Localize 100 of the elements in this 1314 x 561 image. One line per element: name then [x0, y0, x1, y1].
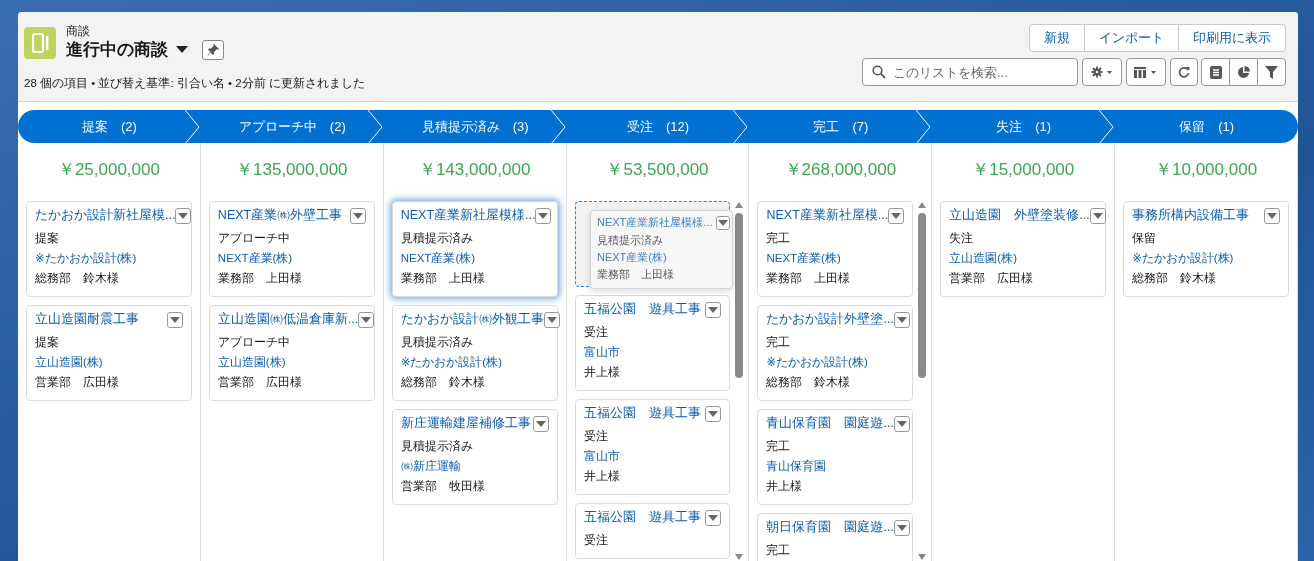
scrollbar[interactable] [917, 201, 928, 561]
opportunity-card[interactable]: 五福公園 遊具工事 受注 [574, 503, 731, 559]
display-as-button[interactable] [1126, 58, 1166, 86]
caret-down-icon [546, 316, 557, 323]
stage-text: 完工 [766, 335, 791, 350]
card-menu-button[interactable] [358, 311, 375, 328]
card-menu-button[interactable] [175, 207, 192, 224]
account-link[interactable]: 立山造園(株) [949, 248, 1017, 268]
scrollbar[interactable] [734, 201, 745, 561]
card-menu-button[interactable] [893, 311, 910, 328]
opportunity-card[interactable]: NEXT産業㈱外壁工事 アプローチ中 NEXT産業(株) 業務部 上田様 [208, 201, 375, 297]
opportunity-link[interactable]: 新庄運輸建屋補修工事 [400, 415, 531, 432]
opportunity-link[interactable]: 青山保育園 園庭遊... [766, 415, 894, 432]
path-stage[interactable]: 保留 (1) [1115, 110, 1298, 143]
dragged-card[interactable]: NEXT産業新社屋模様... 見積提示済み NEXT産業(株) 業務部 上田様 [590, 210, 733, 289]
opportunity-card[interactable]: 立山造園耐震工事 提案 立山造園(株) 営業部 広田様 [26, 305, 192, 401]
account-link[interactable]: 富山市 [583, 446, 620, 466]
contact-text: 井上様 [583, 469, 620, 484]
card-menu-button[interactable] [705, 405, 722, 422]
account-link[interactable]: ※たかおか設計(株) [1132, 248, 1234, 268]
opportunity-card[interactable]: 青山保育園 園庭遊... 完工 青山保育園 井上様 [757, 409, 914, 505]
opportunity-link[interactable]: 五福公園 遊具工事 [583, 301, 701, 318]
account-link[interactable]: ㈱新庄運輸 [400, 456, 461, 476]
opportunity-link[interactable]: 立山造園耐震工事 [35, 311, 139, 328]
account-link[interactable]: ※たかおか設計(株) [35, 248, 137, 268]
opportunity-card[interactable]: 事務所構内設備工事 保留 ※たかおか設計(株) 総務部 鈴木様 [1123, 201, 1289, 297]
account-link[interactable]: NEXT産業(株) [400, 248, 476, 268]
card-menu-button[interactable] [888, 207, 905, 224]
account-link[interactable]: 青山保育園 [766, 456, 827, 476]
opportunity-link[interactable]: たかおか設計新社屋模... [35, 207, 176, 224]
path-stage[interactable]: アプローチ中 (2) [200, 110, 384, 143]
account-link[interactable]: 富山市 [583, 342, 620, 362]
opportunity-card[interactable]: NEXT産業新社屋模様... 見積提示済み NEXT産業(株) 業務部 上田様 [391, 201, 558, 297]
list-icon [1209, 65, 1222, 79]
stage-text: アプローチ中 [217, 231, 290, 246]
contact-text: 営業部 広田様 [949, 271, 1034, 286]
pin-button[interactable] [202, 39, 224, 60]
opportunity-link[interactable]: 五福公園 遊具工事 [583, 509, 701, 526]
card-menu-button[interactable] [705, 301, 722, 318]
opportunity-link[interactable]: 朝日保育園 園庭遊... [766, 519, 894, 536]
card-menu-button[interactable] [532, 415, 549, 432]
account-link[interactable]: NEXT産業(株) [217, 248, 293, 268]
opportunity-card[interactable]: たかおか設計㈱外観工事 見積提示済み ※たかおか設計(株) 総務部 鈴木様 [391, 305, 558, 401]
account-link[interactable]: NEXT産業(株) [597, 249, 667, 266]
stage-text: 受注 [583, 533, 608, 548]
pie-chart-button[interactable] [1229, 58, 1258, 86]
opportunity-card[interactable]: 五福公園 遊具工事 受注 富山市 井上様 [574, 399, 731, 495]
card-menu-button[interactable] [349, 207, 366, 224]
dropdown-caret-icon[interactable] [176, 45, 188, 54]
card-menu-button[interactable] [543, 311, 560, 328]
card-menu-button[interactable] [1264, 207, 1280, 224]
action-button[interactable]: 新規 [1029, 24, 1085, 52]
account-link[interactable]: ※たかおか設計(株) [766, 352, 868, 372]
opportunity-card[interactable]: たかおか設計新社屋模... 提案 ※たかおか設計(株) 総務部 鈴木様 [26, 201, 192, 297]
filter-button[interactable] [1257, 58, 1286, 86]
opportunity-card[interactable]: 朝日保育園 園庭遊... 完工 [757, 513, 914, 561]
action-button[interactable]: インポート [1084, 24, 1179, 52]
opportunity-card[interactable]: 立山造園㈱低温倉庫新... アプローチ中 立山造園(株) 営業部 広田様 [208, 305, 375, 401]
account-link[interactable]: 立山造園(株) [35, 352, 103, 372]
path-stage[interactable]: 完工 (7) [749, 110, 933, 143]
card-menu-button[interactable] [893, 415, 910, 432]
card-menu-button[interactable] [1089, 207, 1106, 224]
scroll-down-icon[interactable] [734, 553, 745, 561]
stage-total-amount: ￥53,500,000 [605, 159, 710, 181]
opportunity-link[interactable]: NEXT産業新社屋模様... [400, 207, 536, 224]
path-stage[interactable]: 失注 (1) [932, 110, 1116, 143]
opportunity-card[interactable]: たかおか設計外壁塗... 完工 ※たかおか設計(株) 総務部 鈴木様 [757, 305, 914, 401]
settings-button[interactable] [1082, 58, 1122, 86]
account-link[interactable]: ※たかおか設計(株) [400, 352, 502, 372]
scroll-up-icon[interactable] [734, 201, 745, 209]
path-stage[interactable]: 見積提示済み (3) [383, 110, 567, 143]
path-stage[interactable]: 提案 (2) [18, 110, 201, 143]
opportunity-card[interactable]: 立山造園 外壁塗装修... 失注 立山造園(株) 営業部 広田様 [940, 201, 1107, 297]
opportunity-link[interactable]: 事務所構内設備工事 [1132, 207, 1250, 224]
opportunity-card[interactable]: NEXT産業新社屋模... 完工 NEXT産業(株) 業務部 上田様 [757, 201, 914, 297]
opportunity-link[interactable]: 立山造園 外壁塗装修... [949, 207, 1090, 224]
refresh-button[interactable] [1170, 58, 1198, 86]
card-menu-button[interactable] [535, 207, 552, 224]
opportunity-link[interactable]: NEXT産業新社屋模様... [597, 215, 713, 230]
card-menu-button[interactable] [166, 311, 183, 328]
card-menu-button[interactable] [705, 509, 722, 526]
opportunity-link[interactable]: NEXT産業新社屋模... [766, 207, 889, 224]
opportunity-card[interactable]: 五福公園 遊具工事 受注 富山市 井上様 [574, 295, 731, 391]
card-menu-button[interactable] [893, 519, 910, 536]
scroll-up-icon[interactable] [917, 201, 928, 209]
account-link[interactable]: 立山造園(株) [217, 352, 286, 372]
opportunity-link[interactable]: 五福公園 遊具工事 [583, 405, 701, 422]
action-button[interactable]: 印刷用に表示 [1178, 24, 1286, 52]
opportunity-card[interactable]: 新庄運輸建屋補修工事 見積提示済み ㈱新庄運輸 営業部 牧田様 [391, 409, 558, 505]
opportunity-link[interactable]: 立山造園㈱低温倉庫新... [217, 311, 359, 328]
charts-list-button[interactable] [1201, 58, 1230, 86]
path-stage[interactable]: 受注 (12) [566, 110, 750, 143]
opportunity-link[interactable]: NEXT産業㈱外壁工事 [217, 207, 343, 224]
opportunity-link[interactable]: たかおか設計㈱外観工事 [400, 311, 544, 328]
scroll-down-icon[interactable] [917, 553, 928, 561]
opportunity-link[interactable]: たかおか設計外壁塗... [766, 311, 894, 328]
card-menu-button[interactable] [715, 215, 730, 230]
search-field[interactable]: このリストを検索... [862, 58, 1078, 86]
account-link[interactable]: NEXT産業(株) [766, 248, 841, 268]
stage-text: 完工 [766, 543, 791, 558]
